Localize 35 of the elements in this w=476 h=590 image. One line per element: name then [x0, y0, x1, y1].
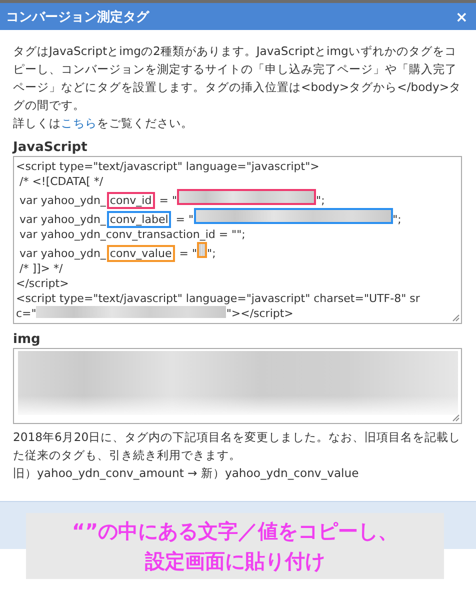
- details-text: 詳しくは こちら をご覧ください。: [13, 115, 194, 132]
- code-text: var yahoo_ydn_: [18, 247, 106, 260]
- code-text: = ": [174, 213, 194, 226]
- code-text: "></script>: [226, 307, 294, 320]
- code-text: = ": [158, 194, 178, 207]
- code-text: </script>: [16, 277, 69, 290]
- window-title: コンバージョン測定タグ: [6, 8, 149, 26]
- highlighted-text: conv_label: [106, 211, 172, 228]
- code-text: ";: [392, 213, 402, 226]
- section-label: img: [13, 331, 42, 348]
- annotation-text: “”の中にある文字／値をコピーし、: [72, 519, 398, 543]
- code-text: var yahoo_ydn_conv_transaction_id = "";: [18, 228, 246, 241]
- code-text: <script type="text/javascript" language="javascript">: [16, 160, 320, 173]
- img-textarea[interactable]: [13, 348, 462, 424]
- annotation-text: 設定画面に貼り付け: [145, 549, 325, 573]
- resize-grip-icon[interactable]: [452, 414, 460, 422]
- code-text: c=": [16, 307, 36, 320]
- notice-text: 2018年6月20日に、タグ内の下記項目名を変更しました。なお、旧項目名を記載した従来のタグも、引き続き利用できます。: [13, 429, 462, 464]
- intro-text: タグはJavaScriptとimgの2種類があります。JavaScriptとimgいずれかのタグをコピーし、コンバージョンを測定するサイトの「申し込み完了ページ」や「購入完了ページ」などにタグを設置します。タグの挿入位置は<body>タグから</body>タグの間です。: [13, 43, 462, 114]
- section-label: JavaScript: [13, 139, 88, 156]
- code-text: /* <![CDATA[ */: [18, 175, 104, 188]
- details-link[interactable]: こちら: [61, 116, 97, 130]
- code-text: = ": [178, 247, 198, 260]
- code-text: var yahoo_ydn_: [18, 194, 106, 207]
- highlighted-text: conv_value: [106, 245, 175, 262]
- code-text: ";: [207, 247, 216, 260]
- code-text: ";: [316, 194, 325, 207]
- code-text: <script type="text/javascript" language="javascript" charset="UTF-8" sr: [16, 292, 420, 305]
- code-textarea[interactable]: [13, 156, 462, 324]
- highlighted-text: conv_id: [106, 192, 155, 209]
- close-button[interactable]: ×: [455, 8, 468, 26]
- code-text: var yahoo_ydn_: [18, 213, 106, 226]
- rename-text: 旧）yahoo_ydn_conv_amount → 新）yahoo_ydn_conv_value: [13, 465, 360, 482]
- resize-grip-icon[interactable]: [452, 314, 460, 322]
- code-text: /* ]]> */: [18, 262, 63, 275]
